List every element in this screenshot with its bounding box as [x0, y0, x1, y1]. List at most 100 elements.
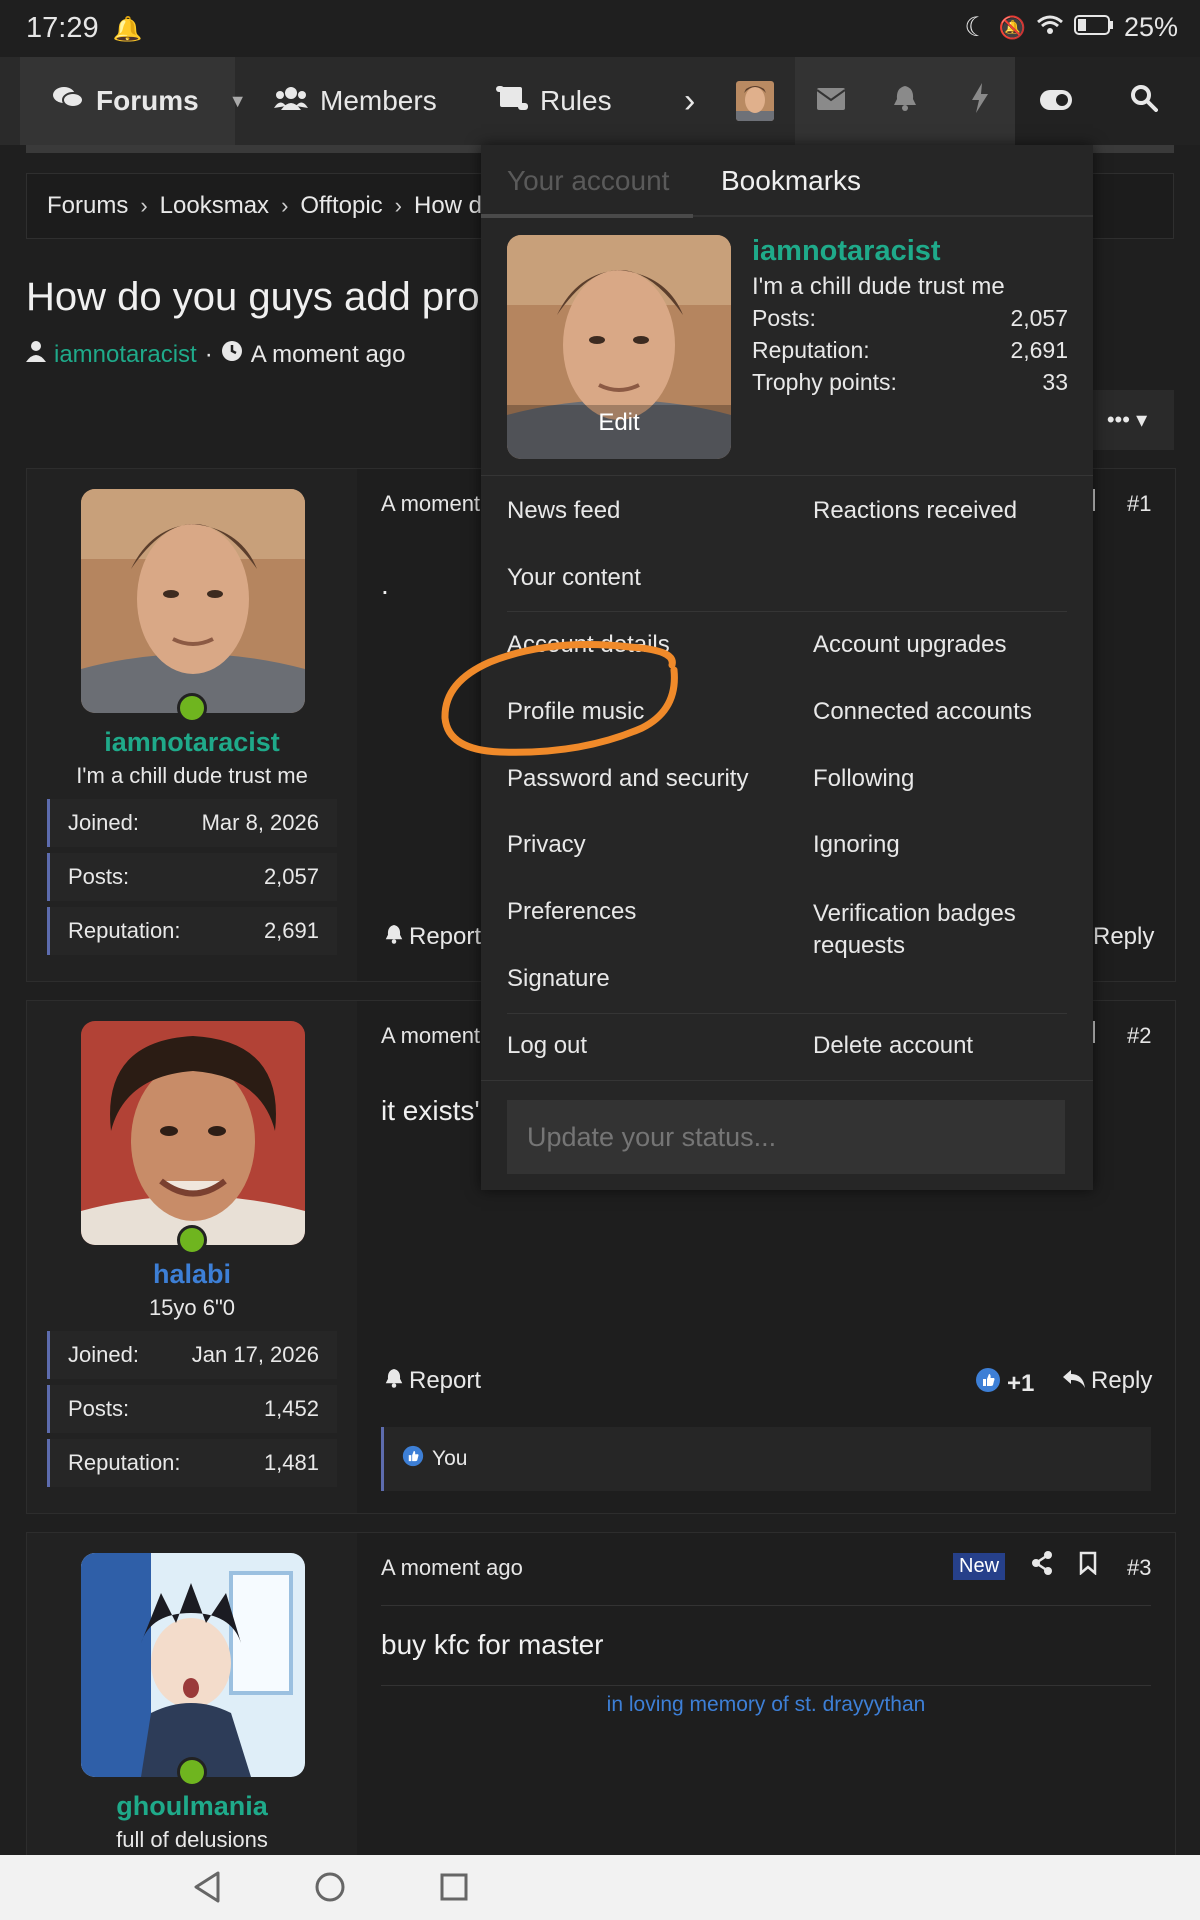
reply-arrow-icon [1063, 1367, 1085, 1395]
nav-avatar[interactable] [736, 81, 774, 121]
report-label: Report [409, 1367, 482, 1394]
menu-reactions-received[interactable]: Reactions received [813, 497, 1017, 525]
post-time[interactable]: A moment [381, 491, 480, 517]
page-title: How do you guys add pro [26, 275, 480, 319]
menu-user-title: I'm a chill dude trust me [752, 273, 1005, 300]
nav-alerts[interactable] [893, 57, 917, 145]
status-update-input[interactable] [507, 1100, 1065, 1174]
report-button[interactable]: Report [385, 923, 481, 951]
stat-value: 33 [1042, 369, 1068, 395]
share-icon[interactable] [1031, 1551, 1053, 1580]
tab-active-indicator [481, 214, 693, 218]
divider [381, 1685, 1151, 1686]
chevron-down-icon[interactable]: ▼ [229, 91, 247, 112]
toggle-icon [1040, 85, 1072, 117]
clock-icon [221, 340, 243, 369]
menu-stat-posts: Posts: 2,057 [752, 305, 1068, 332]
stat-label: Posts: [752, 305, 816, 331]
menu-privacy[interactable]: Privacy [507, 831, 586, 859]
stat-label: Reputation: [752, 337, 870, 363]
stat-value: 1,452 [263, 1396, 319, 1421]
stat-value: 2,057 [1010, 305, 1068, 331]
user-title: 15yo 6"0 [148, 1295, 236, 1320]
report-button[interactable]: Report [385, 1367, 481, 1395]
battery-level: 25% [1123, 12, 1178, 42]
edit-avatar-link[interactable]: Edit [507, 409, 731, 437]
menu-avatar[interactable]: Edit [507, 235, 731, 459]
post-username[interactable]: halabi [27, 1259, 357, 1290]
post-username[interactable]: ghoulmania [27, 1791, 357, 1822]
breadcrumb-item[interactable]: Looksmax [160, 192, 269, 220]
annotation-circle [441, 641, 678, 756]
reaction-button[interactable]: +1 [975, 1367, 1034, 1400]
users-icon [274, 85, 308, 117]
menu-verification-badges[interactable]: Verification badges requests [813, 898, 1043, 962]
online-status-indicator [177, 1225, 207, 1255]
new-badge: New [953, 1553, 1006, 1580]
thread-author-link[interactable]: iamnotaracist [54, 341, 197, 369]
nav-scroll-right-icon[interactable]: › [684, 57, 695, 145]
nav-members-label: Members [320, 85, 437, 116]
post-username[interactable]: iamnotaracist [27, 727, 357, 758]
post-number[interactable]: #3 [1127, 1555, 1151, 1581]
menu-account-upgrades[interactable]: Account upgrades [813, 631, 1006, 659]
home-icon[interactable] [314, 1871, 346, 1908]
nav-search[interactable] [1130, 57, 1158, 145]
back-icon[interactable] [192, 1871, 222, 1908]
post-number[interactable]: #2 [1127, 1023, 1151, 1049]
reactions-bar[interactable]: You [381, 1427, 1151, 1491]
menu-preferences[interactable]: Preferences [507, 898, 636, 926]
bookmark-icon[interactable] [1079, 1551, 1097, 1580]
stat-joined: Joined: Jan 17, 2026 [47, 1331, 337, 1379]
reply-button[interactable]: Reply [1063, 1367, 1152, 1395]
menu-following[interactable]: Following [813, 765, 914, 793]
like-icon [402, 1445, 424, 1473]
post-number[interactable]: #1 [1127, 491, 1151, 517]
nav-inbox[interactable] [816, 57, 846, 145]
nav-members[interactable]: Members [274, 57, 437, 145]
menu-log-out[interactable]: Log out [507, 1032, 587, 1060]
nav-forums[interactable]: Forums ▼ [52, 57, 247, 145]
divider [381, 1605, 1151, 1606]
menu-your-content[interactable]: Your content [507, 564, 641, 592]
avatar[interactable] [81, 1021, 305, 1245]
post-time[interactable]: A moment [381, 1023, 480, 1049]
comments-icon [52, 85, 84, 118]
divider [481, 1080, 1093, 1081]
breadcrumb-item[interactable]: How d [414, 192, 482, 220]
top-navbar: Forums ▼ Members Rules › [0, 57, 1200, 145]
theme-toggle[interactable] [1040, 57, 1072, 145]
nav-rules[interactable]: Rules [496, 57, 612, 145]
breadcrumb-item[interactable]: Offtopic [300, 192, 382, 220]
menu-signature[interactable]: Signature [507, 965, 610, 993]
more-options-icon: ••• ▾ [1106, 407, 1148, 432]
stat-reputation: Reputation: 1,481 [47, 1439, 337, 1487]
stat-value: 1,481 [263, 1450, 319, 1475]
menu-connected-accounts[interactable]: Connected accounts [813, 698, 1032, 726]
stat-value: Jan 17, 2026 [191, 1342, 319, 1367]
menu-ignoring[interactable]: Ignoring [813, 831, 900, 859]
meta-separator: · [204, 340, 213, 368]
status-time: 17:29 🔔 [26, 12, 143, 45]
breadcrumb-item[interactable]: Forums [47, 192, 128, 220]
stat-reputation: Reputation: 2,691 [47, 907, 337, 955]
avatar[interactable] [81, 1553, 305, 1777]
online-status-indicator [177, 1757, 207, 1787]
menu-delete-account[interactable]: Delete account [813, 1032, 973, 1060]
stat-value: 2,057 [263, 864, 319, 889]
status-bar: 17:29 🔔 ☾ 🔕 25% [0, 0, 1200, 57]
menu-username[interactable]: iamnotaracist [752, 235, 941, 268]
tab-your-account[interactable]: Your account [507, 145, 669, 217]
recent-apps-icon[interactable] [440, 1873, 468, 1906]
avatar[interactable] [81, 489, 305, 713]
thread-tools-button[interactable]: ••• ▾ [1080, 390, 1174, 450]
post-time[interactable]: A moment ago [381, 1555, 523, 1581]
clock: 17:29 [26, 12, 99, 44]
tab-bookmarks[interactable]: Bookmarks [721, 145, 861, 217]
divider [1093, 489, 1095, 511]
lightning-icon [970, 82, 990, 120]
notification-bell-icon: 🔔 [112, 16, 143, 43]
reply-button[interactable]: Reply [1093, 923, 1154, 951]
menu-news-feed[interactable]: News feed [507, 497, 620, 525]
nav-whats-new[interactable] [970, 57, 990, 145]
